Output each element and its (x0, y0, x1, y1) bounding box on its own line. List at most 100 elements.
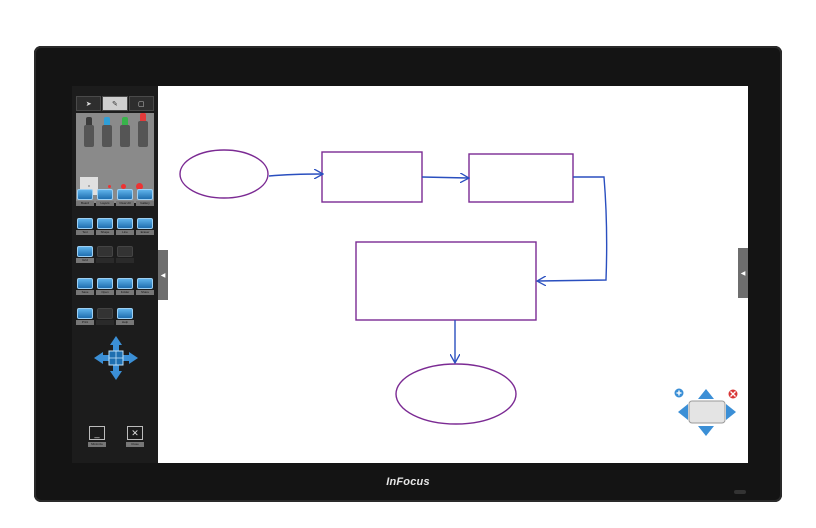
whiteboard-icon (77, 189, 93, 201)
tool-row-4: Save Open Folder Share (76, 278, 156, 295)
pen-color-3[interactable] (138, 113, 148, 147)
whiteboard-canvas[interactable] (72, 86, 748, 463)
pan-dpad[interactable] (94, 336, 138, 380)
folder-icon (117, 278, 133, 290)
redo-icon (117, 246, 133, 258)
minimize-icon: _ (89, 426, 105, 440)
tool-help[interactable]: Help (116, 308, 134, 325)
tool-open-folder[interactable]: Open (96, 278, 114, 295)
pan-left-arrow-icon[interactable] (94, 352, 103, 364)
tool-folder[interactable]: Folder (116, 278, 134, 295)
tool-label: Open (96, 290, 114, 295)
minimize-label: Minimize (88, 442, 106, 447)
page-next-arrow-icon[interactable] (726, 404, 736, 420)
pointer-icon: ➤ (85, 100, 92, 108)
open-folder-icon (97, 278, 113, 290)
chevron-left-icon: ◀ (160, 272, 166, 279)
chevron-left-icon: ◀ (740, 270, 746, 277)
tool-grid[interactable]: Grid (76, 246, 94, 263)
grid-icon (77, 246, 93, 258)
tool-save[interactable]: Save (76, 278, 94, 295)
pen-size-large[interactable] (121, 183, 126, 189)
tool-print[interactable]: Print (76, 308, 94, 325)
tool-export[interactable]: Share (136, 278, 154, 295)
tool-shape[interactable]: Shape (96, 218, 114, 235)
power-indicator (734, 490, 746, 494)
export-icon (137, 278, 153, 290)
display-screen: ➤ ✎ ▢ Board Layers Clear All Gallery Text Sh… (72, 86, 748, 463)
pen-color-1[interactable] (102, 117, 112, 147)
page-down-arrow-icon[interactable] (698, 426, 714, 436)
brand-logo: InFocus (386, 476, 430, 488)
flowchart-arrow-1 (268, 174, 322, 176)
flowchart-end-ellipse (395, 363, 517, 425)
page-up-arrow-icon[interactable] (698, 389, 714, 399)
tool-undo[interactable] (96, 246, 114, 263)
pan-down-arrow-icon[interactable] (110, 371, 122, 380)
tab-window[interactable]: ▢ (128, 96, 154, 111)
page-prev-arrow-icon[interactable] (678, 404, 688, 420)
flowchart-box-3 (355, 241, 537, 321)
pen-cap (140, 113, 146, 121)
tool-row-5: Print Help (76, 308, 156, 325)
pen-cap (122, 117, 128, 125)
tool-row-1: Board Layers Clear All Gallery (76, 189, 156, 206)
flowchart-start-ellipse (179, 149, 269, 199)
pen-cap (86, 117, 92, 125)
hand-icon (97, 308, 113, 320)
pen-cap (104, 117, 110, 125)
tool-label (116, 258, 134, 263)
tool-label: Gallery (136, 201, 154, 206)
tool-eraser[interactable]: Eraser (136, 218, 154, 235)
tool-label: Clear All (116, 201, 134, 206)
pan-right-arrow-icon[interactable] (129, 352, 138, 364)
line-icon (117, 218, 133, 230)
flowchart-box-2 (468, 153, 574, 203)
pen-color-2[interactable] (120, 117, 130, 147)
pen-size-medium[interactable] (108, 184, 111, 188)
minimize-button[interactable]: _ Minimize (88, 426, 106, 447)
tool-label: Shape (96, 230, 114, 235)
save-icon (77, 278, 93, 290)
page-thumbnail[interactable] (688, 400, 726, 424)
tool-redo[interactable] (116, 246, 134, 263)
close-button[interactable]: ✕ Close (126, 426, 144, 447)
window-icon: ▢ (138, 100, 145, 108)
tool-line[interactable]: Line (116, 218, 134, 235)
tool-row-2: Text Shape Line Eraser (76, 218, 156, 235)
help-icon (117, 308, 133, 320)
tab-pen[interactable]: ✎ (102, 96, 128, 111)
capture-icon (117, 189, 133, 201)
tool-text[interactable]: Text (76, 218, 94, 235)
undo-icon (97, 246, 113, 258)
pen-icon: ✎ (112, 100, 118, 108)
tool-label: Layers (96, 201, 114, 206)
tool-label: Save (76, 290, 94, 295)
flowchart-arrow-2 (421, 177, 468, 178)
pen-color-0[interactable] (84, 117, 94, 147)
tool-hand[interactable] (96, 308, 114, 325)
open-right-toolbar-handle[interactable]: ◀ (738, 248, 748, 298)
tool-label (96, 320, 114, 325)
toolbar-sidebar: ➤ ✎ ▢ Board Layers Clear All Gallery Text Sh… (72, 86, 158, 463)
page-navigator-widget[interactable] (672, 386, 742, 441)
close-label: Close (126, 442, 144, 447)
pan-up-arrow-icon[interactable] (110, 336, 122, 345)
tool-label: Text (76, 230, 94, 235)
eraser-icon (137, 218, 153, 230)
tool-whiteboard[interactable]: Board (76, 189, 94, 206)
tool-label: Print (76, 320, 94, 325)
tool-label: Line (116, 230, 134, 235)
print-icon (77, 308, 93, 320)
tool-label: Help (116, 320, 134, 325)
tool-capture[interactable]: Clear All (116, 189, 134, 206)
tool-draw[interactable]: Layers (96, 189, 114, 206)
tool-row-3: Grid (76, 246, 156, 263)
tool-label: Grid (76, 258, 94, 263)
tool-label: Board (76, 201, 94, 206)
collapse-toolbar-handle[interactable]: ◀ (158, 250, 168, 300)
tool-gallery[interactable]: Gallery (136, 189, 154, 206)
tab-pointer[interactable]: ➤ (76, 96, 102, 111)
shape-icon (97, 218, 113, 230)
text-icon (77, 218, 93, 230)
